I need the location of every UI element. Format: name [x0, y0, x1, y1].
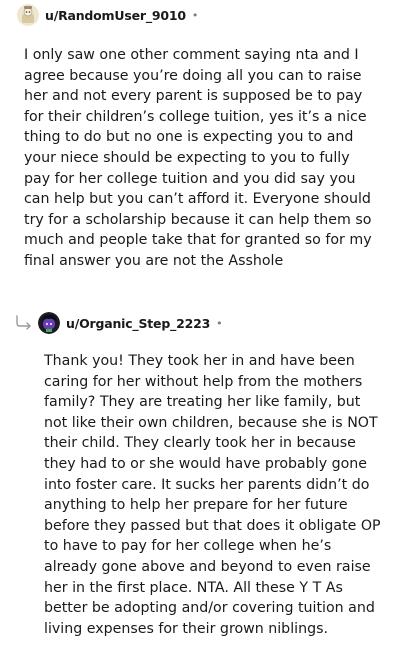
comment-body: Thank you! They took her in and have bee… — [44, 353, 381, 637]
snoo-avatar-icon — [38, 312, 60, 334]
user-avatar[interactable] — [17, 4, 39, 26]
username[interactable]: u/Organic_Step_2223 — [66, 316, 210, 331]
comment-header: u/RandomUser_9010 • — [0, 0, 400, 30]
comment: u/RandomUser_9010 • I only saw one other… — [0, 0, 400, 272]
comment-header: u/Organic_Step_2223 • — [0, 308, 400, 338]
comment-body: I only saw one other comment saying nta … — [24, 47, 372, 269]
reply-comment: u/Organic_Step_2223 • Thank you! They to… — [0, 308, 400, 639]
username[interactable]: u/RandomUser_9010 — [45, 8, 186, 23]
reply-arrow-icon — [16, 315, 31, 330]
snoo-avatar-icon — [17, 4, 39, 26]
meta-separator: • — [191, 8, 199, 22]
user-avatar[interactable] — [38, 312, 60, 334]
meta-separator: • — [216, 316, 223, 330]
